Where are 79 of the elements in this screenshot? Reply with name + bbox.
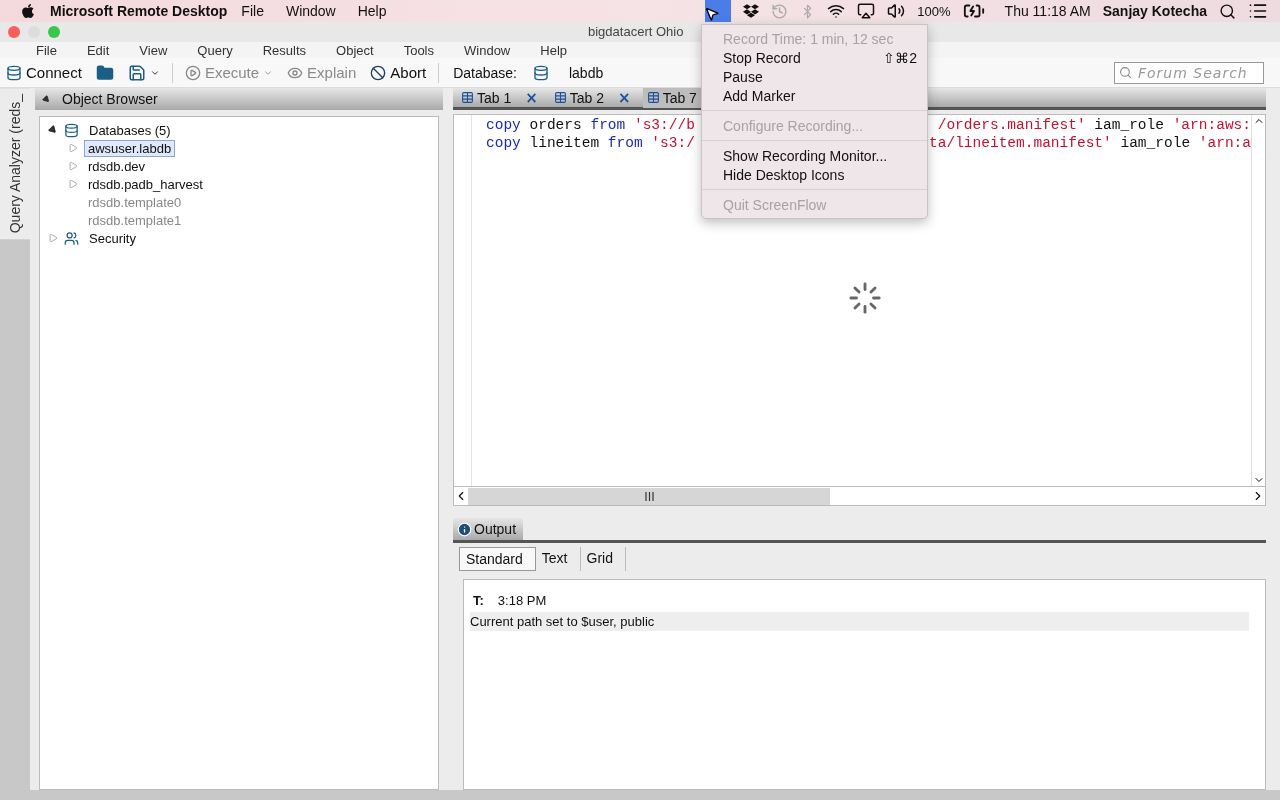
grip-icon bbox=[644, 491, 654, 501]
ban-icon bbox=[370, 64, 387, 81]
table-icon bbox=[553, 91, 567, 104]
tree-item[interactable]: rdsdb.padb_harvest bbox=[84, 175, 207, 193]
users-icon bbox=[64, 230, 79, 246]
menu-item[interactable]: Object bbox=[336, 43, 374, 57]
list-icon bbox=[1248, 1, 1268, 21]
play-icon bbox=[184, 64, 201, 81]
scrollbar[interactable] bbox=[0, 790, 1280, 800]
output-tab[interactable]: Output bbox=[453, 518, 523, 540]
code-line: copy lineitem from 's3:/ bbox=[486, 135, 695, 153]
connect-button[interactable]: Connect bbox=[4, 62, 84, 83]
editor-tab[interactable]: Tab 7 bbox=[642, 87, 701, 108]
menu-item[interactable]: Help bbox=[540, 43, 567, 57]
window-title: bigdatacert Ohio bbox=[588, 24, 684, 39]
menu-item[interactable]: Tools bbox=[403, 43, 434, 57]
menu-item[interactable]: Show Recording Monitor... bbox=[702, 146, 927, 165]
tree-item[interactable]: awsuser.labdb bbox=[84, 139, 176, 157]
time-value: 3:18 PM bbox=[497, 592, 547, 608]
side-tab[interactable]: Query Analyzer (reds_ bbox=[0, 88, 30, 240]
menu-item[interactable]: Add Marker bbox=[702, 86, 927, 105]
zoom-button[interactable] bbox=[48, 26, 60, 38]
search-icon bbox=[1119, 66, 1132, 79]
output-message: Current path set to $user, public bbox=[470, 612, 1249, 631]
volume-icon bbox=[887, 2, 906, 20]
search-field[interactable]: Forum Search bbox=[1114, 61, 1264, 84]
battery-percent: 100% bbox=[917, 3, 951, 19]
time-label: T: bbox=[473, 592, 484, 608]
menu-item[interactable]: File bbox=[36, 43, 57, 57]
menu-item[interactable]: Stop Record ⇧⌘2 bbox=[702, 48, 927, 67]
output-tab[interactable]: Text bbox=[535, 547, 581, 571]
close-tab-button[interactable]: × bbox=[519, 88, 546, 107]
code-line: copy orders from 's3://b bbox=[486, 117, 695, 135]
clock-icon bbox=[771, 2, 789, 20]
close-button[interactable] bbox=[8, 26, 20, 38]
menu-item[interactable]: Help bbox=[357, 3, 387, 19]
airplay-icon bbox=[857, 2, 876, 20]
collapse-caret-icon bbox=[41, 94, 52, 104]
wifi-icon bbox=[827, 2, 846, 20]
menu-item[interactable]: Hide Desktop Icons bbox=[702, 165, 927, 184]
expand-caret-icon[interactable] bbox=[48, 233, 58, 243]
apple-icon[interactable] bbox=[20, 3, 36, 19]
menu-item[interactable]: Window bbox=[285, 3, 336, 19]
tree-item[interactable]: rdsdb.dev bbox=[84, 157, 150, 175]
output-tab[interactable]: Grid bbox=[580, 547, 626, 571]
tree-item[interactable]: Databases (5) bbox=[85, 121, 175, 139]
search-icon bbox=[1219, 2, 1236, 20]
app-name[interactable]: Microsoft Remote Desktop bbox=[50, 3, 228, 19]
menu-item[interactable]: Window bbox=[464, 43, 511, 57]
menu-item[interactable]: Pause bbox=[702, 67, 927, 86]
code-line: ta/lineitem.manifest' iam_role 'arn:a bbox=[929, 135, 1251, 153]
database-icon bbox=[532, 64, 549, 81]
menu-item[interactable]: File bbox=[241, 3, 264, 19]
table-icon bbox=[646, 91, 660, 104]
menu-item[interactable]: Query bbox=[197, 43, 233, 57]
database-name[interactable]: labdb bbox=[568, 64, 604, 81]
user-name[interactable]: Sanjay Kotecha bbox=[1102, 3, 1207, 19]
database-icon bbox=[6, 64, 22, 81]
database-icon bbox=[64, 122, 79, 138]
editor-tab[interactable]: Tab 2 bbox=[549, 87, 609, 108]
close-tab-button[interactable]: × bbox=[612, 88, 639, 107]
folder-icon bbox=[95, 63, 114, 82]
menu-item[interactable]: Edit bbox=[86, 43, 110, 57]
database-label: Database: bbox=[453, 64, 517, 81]
panel-title: Object Browser bbox=[62, 91, 158, 107]
menu-item[interactable]: Results bbox=[262, 43, 307, 57]
clock[interactable]: Thu 11:18 AM bbox=[1004, 3, 1091, 19]
tree-item[interactable]: Security bbox=[85, 229, 140, 247]
info-icon bbox=[457, 521, 472, 537]
output-tab[interactable]: Standard bbox=[459, 547, 536, 571]
code-line: /orders.manifest' iam_role 'arn:aws: bbox=[937, 117, 1251, 135]
menu-item[interactable]: View bbox=[139, 43, 168, 57]
abort-button[interactable]: Abort bbox=[368, 62, 429, 83]
editor-tab[interactable]: Tab 1 bbox=[457, 87, 516, 108]
dropbox-icon[interactable] bbox=[743, 3, 760, 19]
table-icon bbox=[461, 91, 474, 104]
save-icon bbox=[127, 63, 146, 82]
scrollbar-thumb[interactable] bbox=[468, 487, 830, 505]
collapse-caret-icon[interactable] bbox=[47, 124, 59, 136]
